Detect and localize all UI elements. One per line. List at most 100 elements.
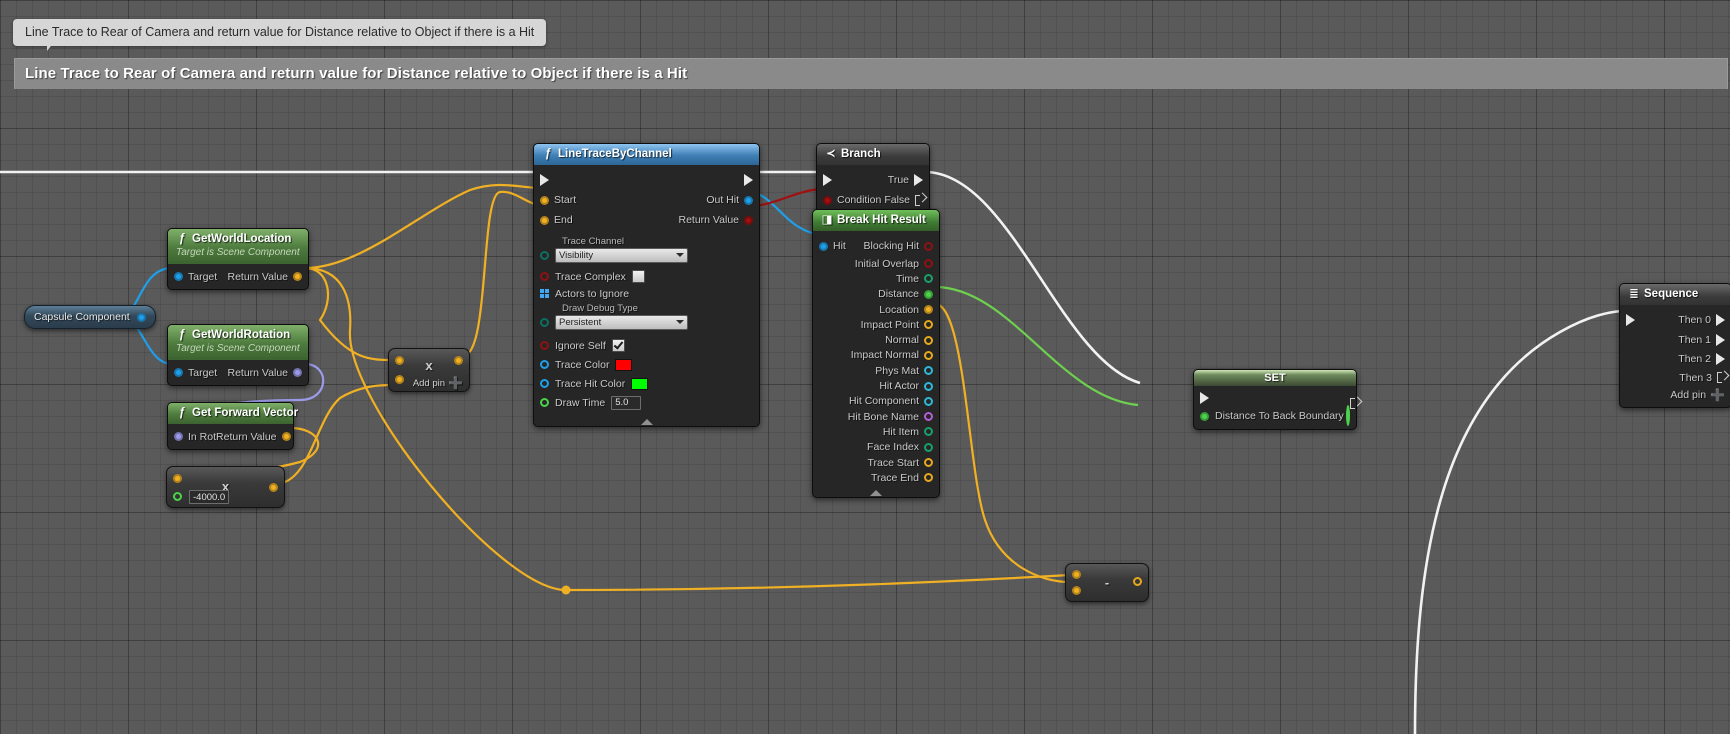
return-value-output-pin[interactable] [744, 215, 753, 225]
return-value-output-pin[interactable] [281, 432, 291, 441]
break-output-pin[interactable] [924, 289, 933, 299]
draw-time-input-pin[interactable] [540, 398, 549, 407]
node-vector-combine[interactable]: x Add pin ➕ [388, 348, 470, 392]
function-icon: ƒ [178, 407, 186, 419]
true-label: True [887, 174, 909, 186]
break-output-label: Hit Actor [879, 380, 919, 393]
scale-output-pin[interactable] [269, 483, 278, 492]
hit-input-pin[interactable] [819, 241, 828, 251]
subtract-input-a-pin[interactable] [1072, 570, 1081, 579]
node-vector-subtract[interactable]: - [1065, 563, 1149, 602]
break-output-pin[interactable] [924, 396, 933, 406]
exec-input-pin[interactable] [540, 174, 549, 186]
break-output-pin[interactable] [924, 412, 933, 422]
trace-channel-input-pin[interactable] [540, 250, 549, 260]
exec-output-pin[interactable] [744, 174, 753, 186]
break-output-label: Distance [878, 288, 919, 301]
node-vector-scale-multiply[interactable]: x -4000.0 [166, 466, 285, 508]
node-branch[interactable]: ≺ Branch True Condition False [816, 143, 930, 216]
capsule-component-output-pin[interactable] [136, 312, 146, 322]
comment-bar[interactable]: Line Trace to Rear of Camera and return … [14, 58, 1728, 89]
draw-debug-type-input-pin[interactable] [540, 317, 549, 327]
combine-input-a-pin[interactable] [395, 356, 404, 365]
break-output-pin[interactable] [924, 320, 933, 330]
break-hit-result-body: Hit Blocking Hit Initial Overlap Time Dist… [813, 231, 939, 497]
trace-color-swatch[interactable] [615, 358, 633, 371]
get-world-rotation-subtitle: Target is Scene Component [176, 343, 300, 354]
node-set-distance-to-back-boundary[interactable]: SET Distance To Back Boundary [1193, 369, 1357, 430]
break-output-pin[interactable] [924, 259, 933, 269]
function-icon: ƒ [178, 329, 186, 341]
end-input-pin[interactable] [540, 215, 549, 225]
set-value-input-pin[interactable] [1200, 411, 1209, 421]
true-exec-output-pin[interactable] [914, 174, 923, 186]
plus-icon[interactable]: ➕ [1710, 389, 1725, 401]
node-capsule-component[interactable]: Capsule Component [24, 305, 156, 329]
draw-debug-type-dropdown[interactable]: Persistent [555, 314, 688, 330]
then-1-exec-output-pin[interactable] [1716, 333, 1725, 346]
ignore-self-input-pin[interactable] [540, 341, 549, 350]
scale-value-field[interactable]: -4000.0 [189, 490, 230, 504]
trace-hit-color-swatch[interactable] [631, 377, 649, 390]
break-output-pin[interactable] [924, 335, 933, 345]
break-output-pin[interactable] [924, 274, 933, 284]
then-0-exec-output-pin[interactable] [1716, 314, 1725, 326]
node-get-world-rotation[interactable]: ƒ GetWorldRotation Target is Scene Compon… [167, 324, 309, 386]
break-output-pin[interactable] [924, 381, 933, 391]
break-output-pin[interactable] [924, 305, 933, 315]
subtract-output-pin[interactable] [1133, 577, 1142, 586]
scale-float-input-pin[interactable] [173, 492, 182, 501]
exec-input-pin[interactable] [1626, 314, 1635, 326]
collapse-arrow-icon[interactable] [870, 490, 882, 497]
break-output-pin[interactable] [924, 241, 933, 251]
collapse-arrow-icon[interactable] [640, 419, 653, 425]
in-rot-input-pin[interactable] [174, 432, 183, 441]
target-input-pin[interactable] [174, 272, 183, 281]
node-get-forward-vector[interactable]: ƒ Get Forward Vector In Rot Return Value [167, 402, 298, 450]
combine-output-pin[interactable] [454, 356, 463, 365]
combine-input-b-pin[interactable] [395, 375, 404, 384]
exec-input-pin[interactable] [1200, 392, 1209, 404]
break-output-pin[interactable] [924, 458, 933, 467]
node-get-world-location[interactable]: ƒ GetWorldLocation Target is Scene Compon… [167, 228, 309, 290]
table-row: Phys Mat [813, 363, 939, 378]
then-2-exec-output-pin[interactable] [1716, 352, 1725, 365]
trace-channel-dropdown[interactable]: Visibility [555, 247, 688, 263]
blueprint-graph-canvas[interactable]: Line Trace to Rear of Camera and return … [0, 0, 1730, 734]
trace-channel-label: Trace Channel [562, 235, 624, 247]
break-output-pin[interactable] [924, 442, 933, 452]
break-output-label: Trace Start [867, 456, 919, 469]
trace-hit-color-label: Trace Hit Color [555, 377, 626, 390]
start-input-pin[interactable] [540, 195, 549, 205]
break-output-pin[interactable] [924, 427, 933, 437]
then-3-exec-output-pin[interactable] [1717, 372, 1725, 383]
trace-complex-input-pin[interactable] [540, 272, 549, 281]
draw-debug-type-row: Persistent [534, 314, 759, 330]
table-row: Initial Overlap [813, 256, 939, 271]
return-value-output-pin[interactable] [293, 272, 302, 281]
trace-hit-color-input-pin[interactable] [540, 379, 549, 388]
out-hit-output-pin[interactable] [744, 195, 753, 205]
condition-input-pin[interactable] [823, 195, 832, 205]
array-pin-icon[interactable] [540, 289, 549, 298]
ignore-self-checkbox[interactable] [611, 339, 625, 352]
return-value-output-pin[interactable] [293, 368, 302, 377]
scale-vector-input-pin[interactable] [173, 474, 182, 483]
function-icon: ƒ [178, 233, 186, 245]
target-input-pin[interactable] [174, 368, 183, 377]
node-line-trace-by-channel[interactable]: ƒ LineTraceByChannel Start Out Hit End Re… [533, 143, 760, 427]
false-exec-output-pin[interactable] [915, 194, 923, 206]
break-output-label: Phys Mat [875, 364, 919, 377]
end-label: End [554, 214, 573, 226]
subtract-input-b-pin[interactable] [1072, 586, 1081, 595]
node-break-hit-result[interactable]: ◨ Break Hit Result Hit Blocking Hit Initi… [812, 209, 940, 499]
break-output-pin[interactable] [924, 366, 933, 376]
add-pin-button[interactable]: Add pin ➕ [413, 377, 463, 389]
node-sequence[interactable]: ≣ Sequence Then 0 Then 1 Then 2 Then 3 Add … [1619, 283, 1730, 408]
break-output-pin[interactable] [924, 350, 933, 360]
trace-color-input-pin[interactable] [540, 360, 549, 369]
break-output-pin[interactable] [924, 473, 933, 483]
trace-complex-checkbox[interactable] [631, 270, 645, 283]
draw-time-field[interactable]: 5.0 [611, 395, 642, 410]
exec-input-pin[interactable] [823, 174, 832, 186]
